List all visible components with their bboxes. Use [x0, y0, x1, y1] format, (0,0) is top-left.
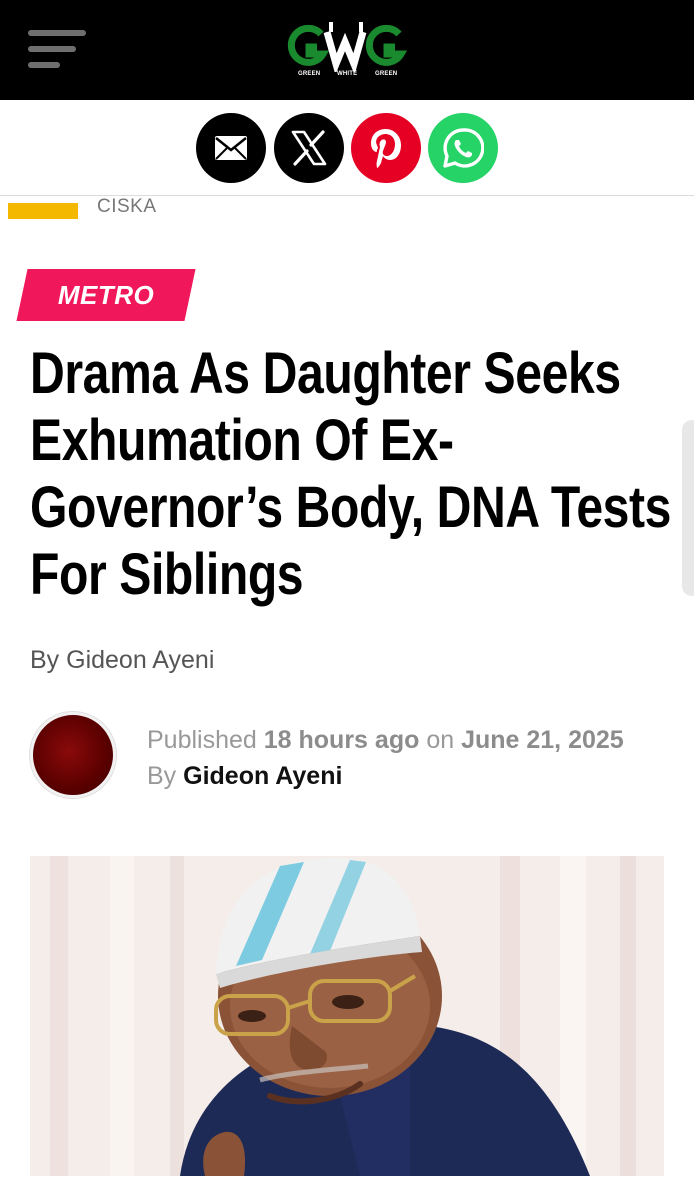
published-label: Published [147, 726, 257, 754]
ticker-accent-bar [8, 203, 78, 219]
article-meta: Published 18 hours ago on June 21, 2025 … [147, 722, 624, 794]
article-byline: By Gideon Ayeni [30, 646, 215, 674]
author-line: By Gideon Ayeni [147, 758, 624, 794]
publish-date: June 21, 2025 [461, 726, 624, 754]
author-avatar[interactable] [30, 712, 116, 798]
gwg-logo-mark [287, 22, 408, 72]
by-label: By [147, 762, 177, 790]
logo-sub-green-1: GREEN [298, 71, 321, 77]
x-logo-icon [291, 130, 327, 166]
relative-time: 18 hours ago [263, 726, 420, 754]
logo-sub-green-2: GREEN [375, 71, 398, 77]
share-x-button[interactable] [274, 113, 344, 183]
author-link[interactable]: Gideon Ayeni [183, 762, 342, 790]
hamburger-menu-icon[interactable] [28, 28, 88, 72]
ticker-text[interactable]: CISKA [97, 197, 157, 218]
site-header: GREEN WHITE GREEN [0, 0, 694, 100]
published-line: Published 18 hours ago on June 21, 2025 [147, 722, 624, 758]
news-ticker: CISKA [0, 197, 694, 227]
side-scroll-handle[interactable] [682, 420, 694, 596]
featured-photo-illustration [30, 856, 664, 1176]
featured-photo[interactable] [30, 856, 664, 1176]
pinterest-icon [371, 129, 401, 168]
envelope-icon [215, 136, 247, 160]
site-logo[interactable]: GREEN WHITE GREEN [287, 18, 409, 84]
category-badge[interactable]: METRO [16, 269, 196, 321]
share-whatsapp-button[interactable] [428, 113, 498, 183]
share-email-button[interactable] [196, 113, 266, 183]
logo-sub-white: WHITE [337, 71, 358, 77]
category-label: METRO [57, 279, 155, 310]
article-title: Drama As Daughter Seeks Exhumation Of Ex… [30, 341, 672, 607]
on-label: on [426, 726, 455, 754]
whatsapp-icon [443, 128, 484, 168]
share-pinterest-button[interactable] [351, 113, 421, 183]
share-bar [0, 100, 694, 196]
